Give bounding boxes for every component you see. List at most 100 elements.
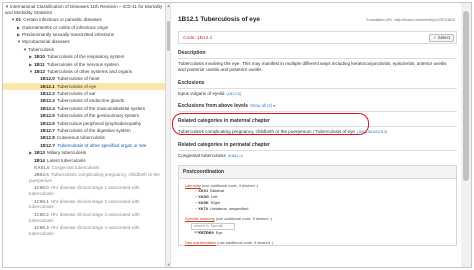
tree-item[interactable]: 1B12.1 Tuberculosis of eye [3,82,165,91]
tree-item[interactable]: 1C60.2 HIV disease clinical stage 3 assoc… [3,211,165,224]
tree-item[interactable]: 1B12.5 Tuberculosis of the genitourinary … [3,112,165,119]
tree-scrollbar-thumb[interactable] [167,21,170,51]
tree-item[interactable]: ▶ Predominantly sexually transmitted infe… [3,31,165,38]
tree-item-label: Tuberculosis of the digestive system [56,128,131,134]
tree-item[interactable]: 1B12.0 Tuberculosis of heart [3,75,165,82]
has-manifestation-axis-note: (use additional code, if desired :) [217,240,274,246]
tree-item[interactable]: 1B12.6 Tuberculous peripheral lymphadenop… [3,120,165,127]
tree-item-code: 1B13 [34,150,45,156]
tree-item-label: Tuberculosis of the musculoskeletal syst… [56,105,146,111]
anatomy-axis-name[interactable]: Specific anatomy [185,216,215,221]
divider [178,87,457,89]
tree-item[interactable]: ▼Mycobacterial diseases [3,38,165,45]
code-label: Code: 1B12.1 [183,35,213,41]
anatomy-code-label: Eye [215,230,223,236]
plus-icon: + [195,188,198,194]
exclusions-above-heading: Exclusions from above levels Show all (2)… [178,103,459,109]
tree-item-label: Tuberculosis of the nervous system [46,61,119,67]
tree-item[interactable]: 1C60.0 HIV disease clinical stage 1 assoc… [3,185,165,198]
plus-icon: + [195,206,198,212]
tree-item[interactable]: 1B12.8 Cutaneous tuberculosis [3,134,165,141]
scroll-down-icon[interactable]: ▼ [166,262,171,267]
tree-item-label: Tuberculous peripheral lymphadenopathy [56,120,142,126]
related-perinatal-label[interactable]: Congenital tuberculosis [178,153,226,158]
select-button[interactable]: ✓Select [429,34,454,42]
laterality-code-value: XK8G [198,194,209,200]
tree-item-code: 1C60.0 [34,185,49,191]
tree-item[interactable]: ▼International Classification of Disease… [3,3,165,16]
tree-item[interactable]: 1B12.2 Tuberculosis of ear [3,90,165,97]
browser-frame: ▼ International Classification of Disease… [2,2,472,268]
tree-item-label: Gastroenteritis or colitis of infectious… [22,24,109,30]
tree-item-code: 01 [16,17,22,23]
postcoordination-heading: Postcoordination [179,166,456,180]
tree-item[interactable]: 1C60.1 HIV disease clinical stage 2 assoc… [3,198,165,211]
anatomy-code-value: XA7DB9 [198,230,214,236]
laterality-code-label: Unilateral, unspecified [210,206,249,212]
tree-item-code: 1B12.6 [40,120,55,126]
tree-item[interactable]: 1B14 Latent tuberculosis [3,157,165,164]
laterality-code-value: XK70 [198,206,209,212]
tree-item[interactable]: ▶ 1B13 Miliary tuberculosis [3,149,165,156]
tree-item[interactable]: ▶ Gastroenteritis or colitis of infectiou… [3,24,165,31]
exclusions-heading: Exclusions [178,79,205,86]
related-perinatal-heading: Related categories in perinatal chapter [178,141,270,148]
tree-item-code: 1B11 [34,61,45,67]
scroll-up-icon[interactable]: ▲ [166,3,171,8]
tree-item[interactable]: ▶ 1B11 Tuberculosis of the nervous system [3,61,165,68]
tree-item-label: Tuberculosis of other systems and organs [46,68,133,74]
tree-item-code: 1B12 [34,68,45,74]
show-all-link[interactable]: Show all (2) ▾ [250,103,275,108]
exclusions-above-label: Exclusions from above levels [178,103,249,110]
tree-item[interactable]: ▶ 1B10 Tuberculosis of the respiratory sys… [3,53,165,60]
tree-item-code: 1B12.1 [40,83,55,89]
tree-item[interactable]: 1B12.4 Tuberculosis of the musculoskeleta… [3,105,165,112]
laterality-code-label: Right [210,200,220,206]
tree-item[interactable]: JB63.5 Tuberculosis complicating pregnanc… [3,171,165,184]
tree-item-label: Tuberculosis of heart [56,76,100,82]
tree-item-code: 1C60.2 [34,211,49,217]
detail-scrollbar-thumb[interactable] [463,11,469,181]
tree-item[interactable]: KA61.0 Congenital tuberculosis [3,164,165,171]
tree-item[interactable]: ▼1B12 Tuberculosis of other systems and o… [3,68,165,75]
laterality-code-value: XK9J [198,188,209,194]
check-icon: ✓ [433,35,437,40]
foundation-uri[interactable]: Foundation URI : http://id.who.int/icd/e… [366,18,455,22]
tree-item-label: Tuberculosis of the genitourinary system [56,113,140,119]
tree-item-code: 1B12.0 [40,76,55,82]
exclusion-item-code[interactable]: (1B12.8) [226,92,241,96]
tree-item-code: 1B14 [34,157,45,163]
tree-item[interactable]: ▼01 Certain infectious or parasitic disea… [3,16,165,23]
tree-item[interactable]: 1C60.3 HIV disease clinical stage 4 assoc… [3,224,165,237]
tree-item[interactable]: 1B12.7 Tuberculosis of the digestive syst… [3,127,165,134]
tree-item-label: Congenital tuberculosis [51,165,100,170]
exclusion-item-label: lupus vulgaris of eyelid [178,90,225,96]
postcoordination-panel: Postcoordination Laterality (use additio… [178,165,457,247]
detail-scrollbar[interactable] [461,3,471,267]
has-manifestation-axis-name[interactable]: Has manifestation [185,240,216,245]
tree-item[interactable]: ▼Tuberculosis [3,46,165,53]
tree-item-code: KA61.0 [34,165,50,170]
tree-item-code: 1B12.3 [40,98,55,104]
tree-item-label: Mycobacterial diseases [22,39,70,45]
plus-icon: + [195,230,198,236]
page-title: 1B12.1 Tuberculosis of eye [178,16,260,23]
tree-item-label: Tuberculosis of the respiratory system [46,54,125,60]
anatomy-search-input[interactable]: search in: Specific anatomy [191,223,235,234]
tree-item[interactable]: 1B12.Y Tuberculosis of other specified or… [3,142,165,149]
tree-item-code: 1C60.1 [34,198,49,204]
tree-item-code: 1B10 [34,54,45,60]
tree-item-code: 1C60.3 [34,224,49,230]
divider [178,149,457,151]
tree-item-label: Tuberculosis of other specified organ or… [57,142,147,148]
classification-tree: ▼International Classification of Disease… [3,3,166,267]
tree-item-code: 1B12.2 [40,91,55,97]
anatomy-axis: Specific anatomy (use additional code, i… [179,212,456,236]
tree-item-label: Cutaneous tuberculosis [56,135,105,141]
code-box: Code: 1B12.1 ✓Select [178,31,457,44]
has-manifestation-axis: Has manifestation (use additional code, … [179,236,456,245]
related-perinatal-code[interactable]: (KA61.0) [228,154,243,158]
plus-icon: + [195,194,198,200]
tree-item[interactable]: 1B12.3 Tuberculosis of endocrine glands [3,97,165,104]
tree-scrollbar[interactable]: ▲ ▼ [166,3,171,267]
